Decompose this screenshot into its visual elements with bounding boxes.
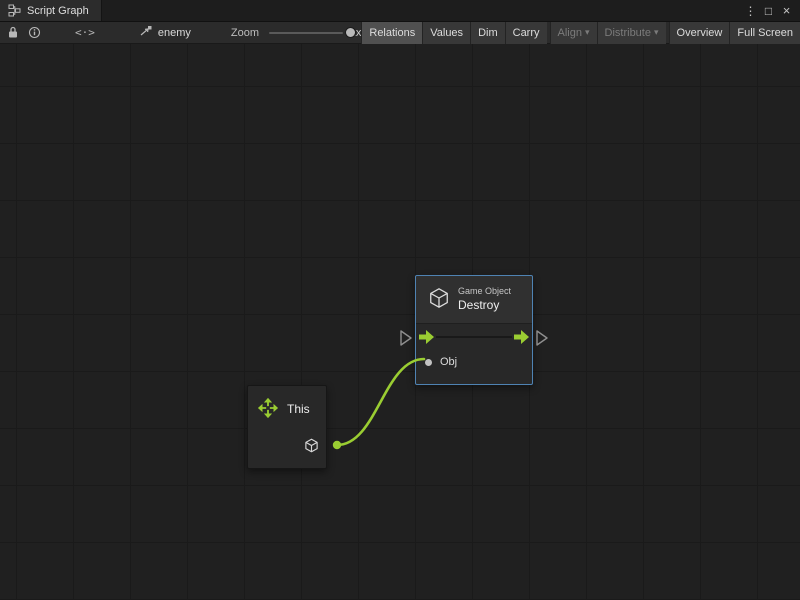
node-category: Game Object	[458, 286, 511, 297]
close-icon[interactable]: ×	[779, 3, 794, 18]
wire-this-to-obj[interactable]	[337, 359, 424, 445]
chevron-down-icon: ▾	[585, 27, 590, 38]
dim-button[interactable]: Dim	[470, 22, 505, 44]
this-arrows-icon	[257, 397, 279, 422]
menu-icon[interactable]: ⋮	[743, 4, 758, 18]
graph-name: enemy	[158, 27, 191, 39]
control-output-outer-port[interactable]	[537, 331, 547, 345]
distribute-dropdown[interactable]: Distribute ▾	[597, 22, 666, 44]
node-this[interactable]: This	[247, 385, 327, 469]
align-dropdown[interactable]: Align ▾	[550, 22, 597, 44]
code-view-icon[interactable]: <·>	[75, 26, 95, 39]
zoom-slider-handle[interactable]	[345, 27, 356, 38]
this-output-port-dot[interactable]	[333, 441, 341, 449]
node-destroy-header[interactable]: Game Object Destroy	[416, 276, 532, 324]
game-object-cube-icon	[304, 438, 319, 456]
zoom-slider-track[interactable]	[269, 32, 343, 34]
window-controls: ⋮ □ ×	[743, 0, 800, 21]
titlebar: Script Graph ⋮ □ ×	[0, 0, 800, 22]
node-title: This	[287, 402, 310, 416]
node-destroy[interactable]: Game Object Destroy Obj	[415, 275, 533, 385]
game-object-cube-icon	[428, 287, 450, 312]
port-obj-label: Obj	[440, 356, 457, 368]
relations-button[interactable]: Relations	[361, 22, 422, 44]
control-input-port[interactable]	[419, 330, 434, 344]
tab-script-graph[interactable]: Script Graph	[0, 0, 102, 21]
script-graph-window: Script Graph ⋮ □ × <·>	[0, 0, 800, 600]
zoom-slider[interactable]	[269, 27, 343, 39]
graph-toolbar: <·> enemy Zoom 1x Relations Values	[0, 22, 800, 44]
graph-breadcrumb[interactable]: enemy	[139, 25, 191, 40]
graph-canvas[interactable]: Game Object Destroy Obj	[0, 44, 800, 600]
toolbar-buttons: Relations Values Dim Carry Align ▾ Distr…	[361, 22, 800, 44]
info-icon[interactable]	[28, 26, 41, 39]
overview-button[interactable]: Overview	[669, 22, 730, 44]
zoom-label: Zoom	[231, 27, 259, 39]
value-port-dot[interactable]	[425, 359, 432, 366]
script-graph-icon	[8, 4, 21, 17]
chevron-down-icon: ▾	[654, 27, 659, 38]
tab-title: Script Graph	[27, 5, 89, 17]
connections-overlay	[0, 44, 800, 600]
node-title: Destroy	[458, 298, 511, 313]
full-screen-button[interactable]: Full Screen	[729, 22, 800, 44]
graph-breadcrumb-icon	[139, 25, 153, 40]
control-input-outer-port[interactable]	[401, 331, 411, 345]
port-obj[interactable]: Obj	[416, 350, 532, 374]
values-button[interactable]: Values	[422, 22, 470, 44]
carry-button[interactable]: Carry	[505, 22, 547, 44]
maximize-icon[interactable]: □	[761, 4, 776, 18]
control-flow-row	[416, 324, 532, 350]
control-output-port[interactable]	[514, 330, 529, 344]
lock-icon[interactable]	[7, 26, 19, 39]
